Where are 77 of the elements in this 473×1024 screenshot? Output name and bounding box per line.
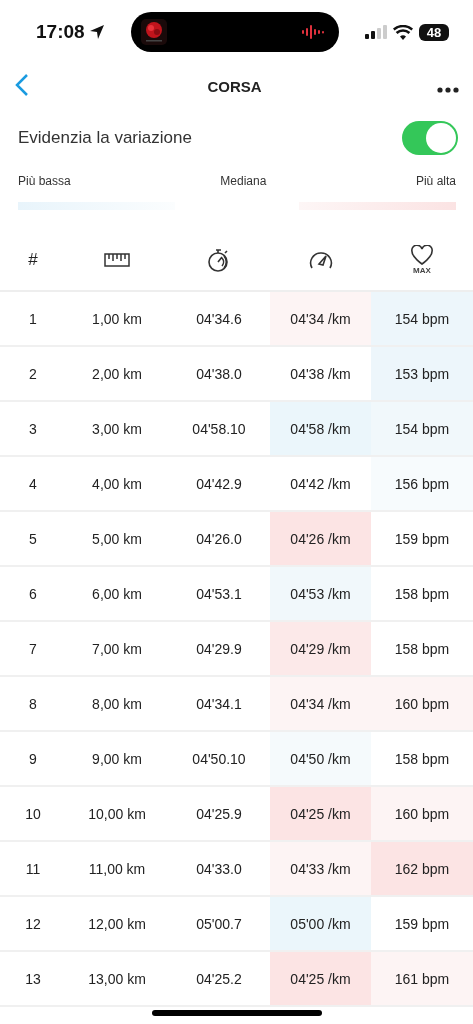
time-cell-text: 04'38.0 [195, 364, 243, 384]
distance-cell-text: 10,00 km [87, 804, 147, 824]
heart-icon [410, 245, 434, 266]
lap-cell-text: 1 [28, 309, 38, 329]
lap-cell-text: 2 [28, 364, 38, 384]
pace-cell: 04'26 /km [270, 512, 371, 565]
gauge-icon [307, 249, 334, 271]
distance-cell-text: 12,00 km [87, 914, 147, 934]
pace-cell: 04'53 /km [270, 567, 371, 620]
wifi-icon [393, 24, 413, 40]
highlight-label: Evidenzia la variazione [18, 128, 192, 148]
heart-rate-cell: 154 bpm [371, 292, 473, 345]
distance-cell-text: 2,00 km [91, 364, 143, 384]
clock: 17:08 [36, 21, 85, 43]
distance-cell-text: 3,00 km [91, 419, 143, 439]
pace-cell: 04'25 /km [270, 952, 371, 1005]
heart-rate-cell: 156 bpm [371, 457, 473, 510]
heart-rate-cell: 160 bpm [371, 677, 473, 730]
low-label: Più bassa [18, 174, 71, 188]
distance-cell-text: 11,00 km [87, 859, 147, 879]
distance-cell-text: 9,00 km [91, 749, 143, 769]
pace-cell: 04'33 /km [270, 842, 371, 895]
time-cell-text: 04'50.10 [191, 749, 247, 769]
lap-cell-text: 6 [28, 584, 38, 604]
distance-cell-text: 1,00 km [91, 309, 143, 329]
lap-cell-text: 12 [24, 914, 42, 934]
pace-cell: 04'29 /km [270, 622, 371, 675]
signal-icon [365, 25, 387, 39]
ruler-icon [104, 253, 130, 267]
lap-cell-text: 13 [24, 969, 42, 989]
waveform-icon [300, 25, 325, 39]
heart-rate-cell: 161 bpm [371, 952, 473, 1005]
median-label: Mediana [220, 174, 267, 188]
time-cell-text: 04'53.1 [195, 584, 243, 604]
pace-cell: 04'25 /km [270, 787, 371, 840]
distance-cell-text: 8,00 km [91, 694, 143, 714]
distance-cell-text: 7,00 km [91, 639, 143, 659]
lap-cell-text: 9 [28, 749, 38, 769]
pace-cell: 04'34 /km [270, 677, 371, 730]
heart-rate-cell: 160 bpm [371, 787, 473, 840]
pace-cell: 04'50 /km [270, 732, 371, 785]
lap-cell-text: 7 [28, 639, 38, 659]
high-label: Più alta [415, 174, 456, 188]
time-cell-text: 04'26.0 [195, 529, 243, 549]
pace-cell: 04'58 /km [270, 402, 371, 455]
dynamic-island[interactable] [130, 12, 339, 52]
heart-rate-cell: 154 bpm [371, 402, 473, 455]
screen-title: CORSA [207, 77, 262, 95]
time-cell-text: 05'00.7 [195, 914, 243, 934]
time-cell-text: 04'42.9 [195, 474, 243, 494]
distance-cell-text: 4,00 km [91, 474, 143, 494]
time-cell-text: 04'34.1 [195, 694, 243, 714]
time-cell-text: 04'25.2 [195, 969, 243, 989]
stopwatch-icon [207, 247, 231, 273]
battery-level: 48 [419, 23, 449, 41]
heart-rate-cell: 162 bpm [371, 842, 473, 895]
heart-rate-cell: 153 bpm [371, 347, 473, 400]
lap-cell-text: 5 [28, 529, 38, 549]
lap-cell-text: 3 [28, 419, 38, 439]
lap-cell-text: 11 [24, 859, 42, 879]
distance-cell-text: 5,00 km [91, 529, 143, 549]
time-cell-text: 04'34.6 [195, 309, 243, 329]
pace-cell: 04'34 /km [270, 292, 371, 345]
max-label: MAX [413, 266, 431, 275]
time-cell-text: 04'25.9 [195, 804, 243, 824]
distance-cell-text: 6,00 km [91, 584, 143, 604]
lap-column-header: # [28, 250, 38, 270]
lap-cell-text: 10 [24, 804, 42, 824]
lap-cell-text: 4 [28, 474, 38, 494]
time-cell-text: 04'58.10 [191, 419, 247, 439]
distance-cell-text: 13,00 km [87, 969, 147, 989]
time-cell-text: 04'33.0 [195, 859, 243, 879]
time-cell-text: 04'29.9 [195, 639, 243, 659]
highlight-toggle[interactable] [402, 121, 458, 155]
lap-cell-text: 8 [28, 694, 38, 714]
pace-cell: 05'00 /km [270, 897, 371, 950]
location-arrow-icon [88, 24, 105, 40]
